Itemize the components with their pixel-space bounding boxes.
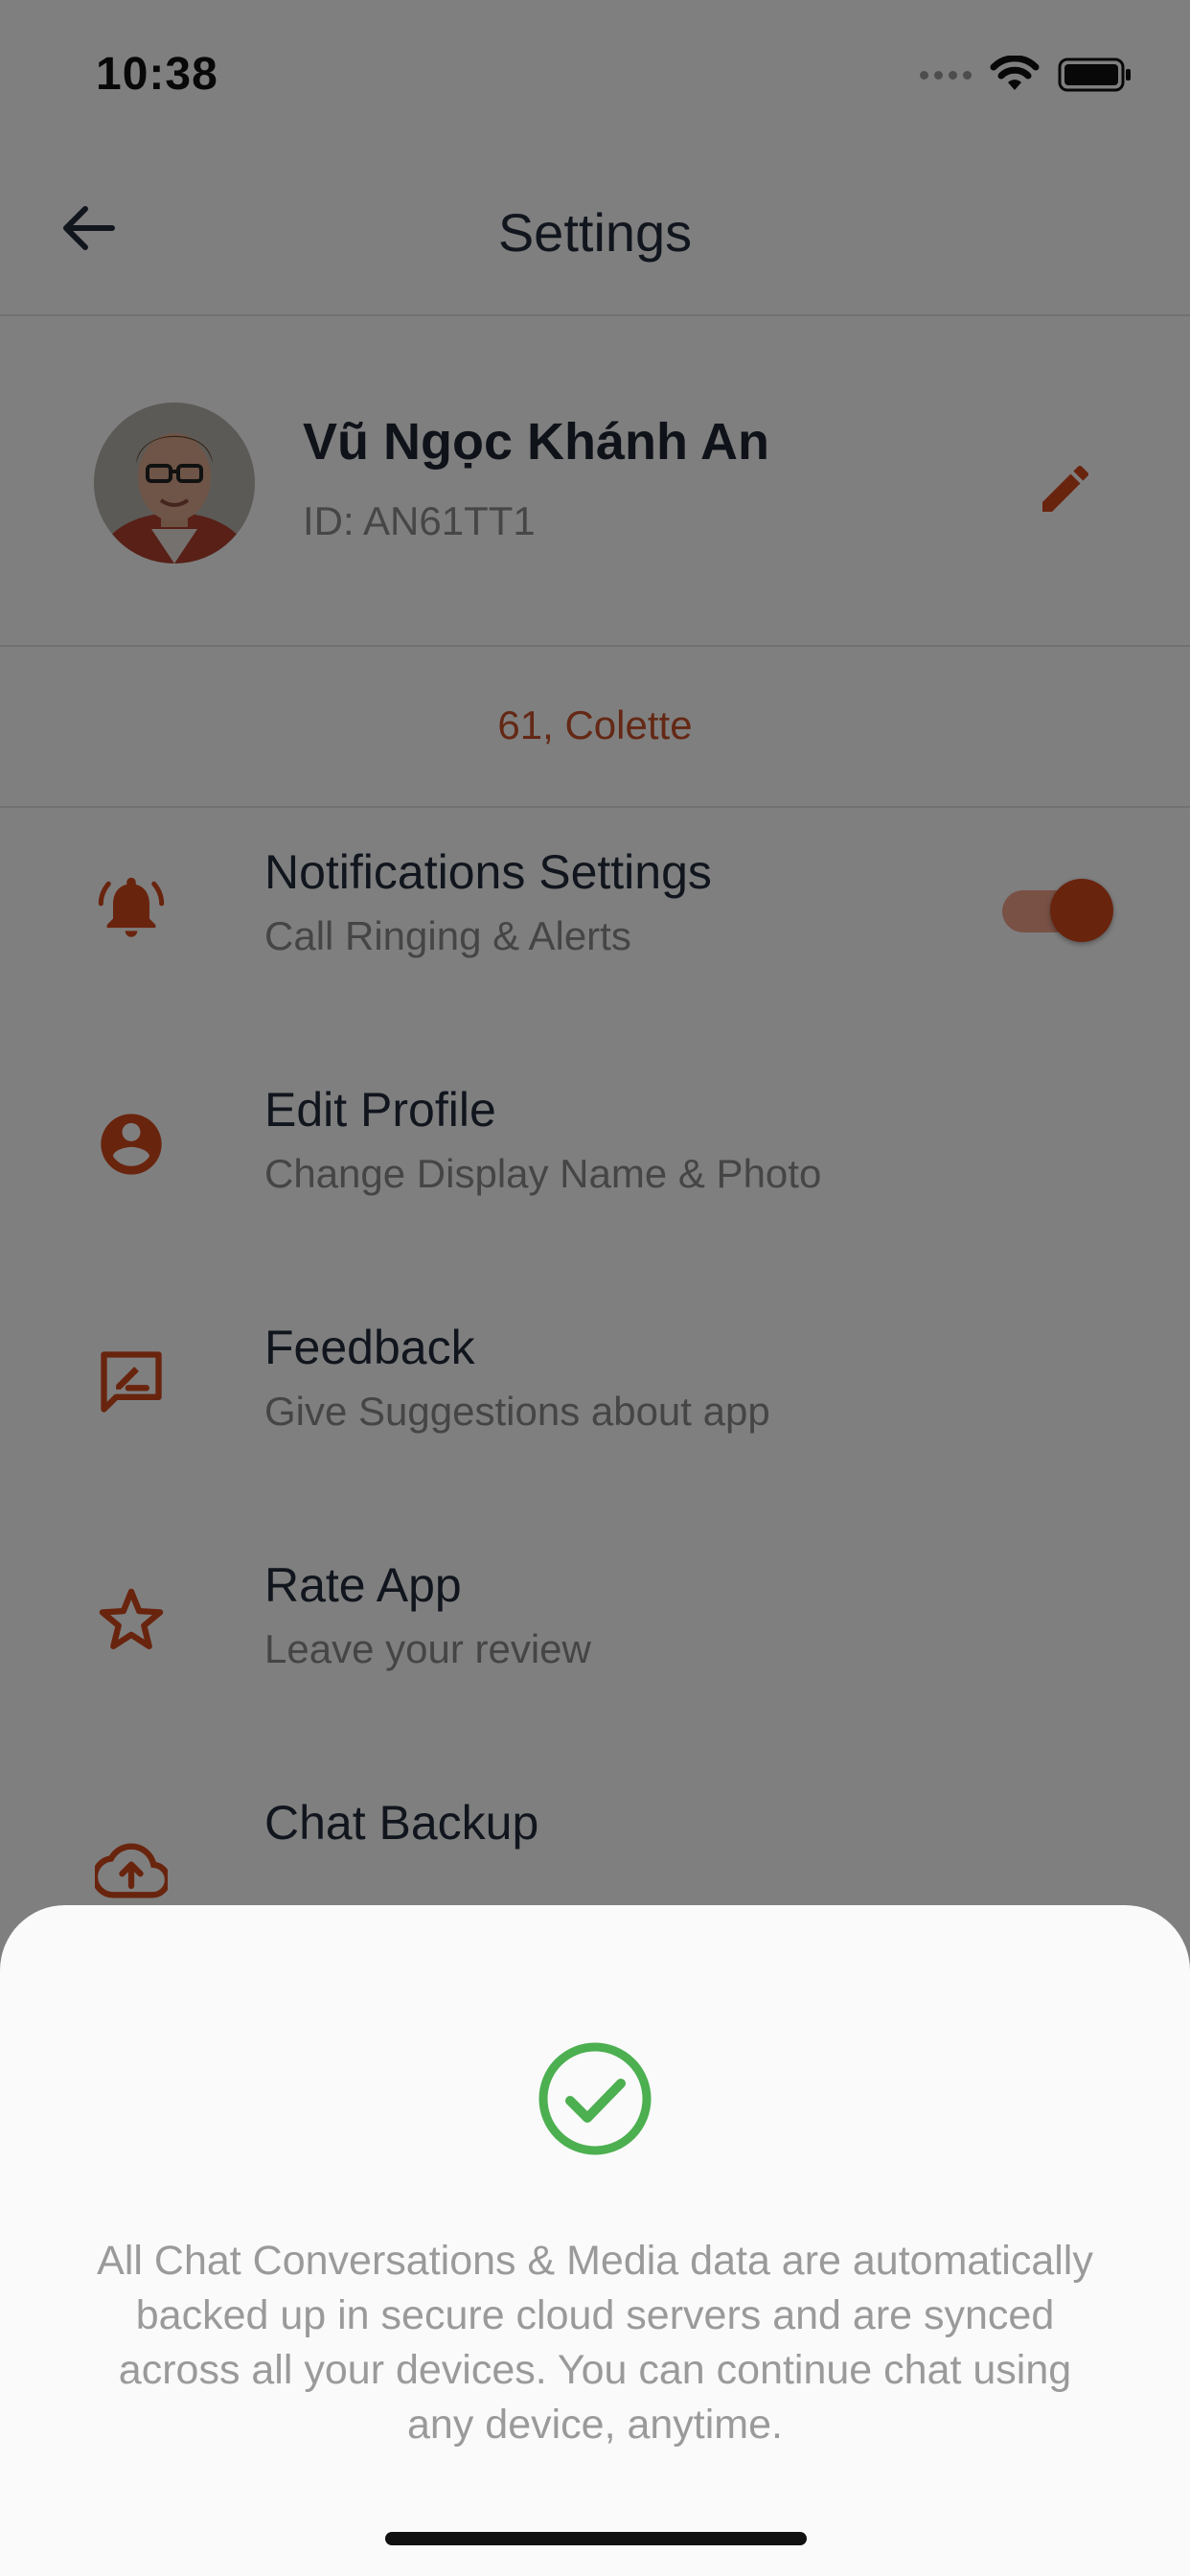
backup-message: All Chat Conversations & Media data are …	[97, 2238, 1093, 2448]
screen: 10:38 Settings	[0, 0, 1190, 2576]
backup-info-sheet: All Chat Conversations & Media data are …	[0, 1905, 1190, 2576]
home-indicator[interactable]	[385, 2532, 807, 2545]
check-circle-icon	[538, 2042, 652, 2155]
